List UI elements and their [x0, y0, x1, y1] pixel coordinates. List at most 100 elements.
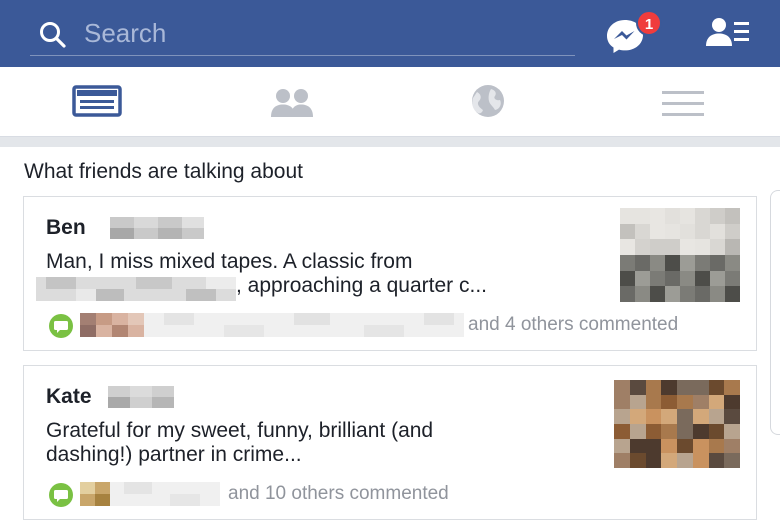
thumbnail-pixel [620, 208, 635, 224]
thumbnail-pixel [724, 424, 740, 439]
thumbnail-pixel [620, 223, 635, 240]
thumbnail-pixel [629, 453, 646, 468]
tab-notifications[interactable] [462, 81, 522, 123]
thumbnail-pixel [710, 270, 725, 287]
commenter-avatars[interactable] [80, 313, 144, 337]
thumbnail-pixel [695, 223, 710, 240]
thumbnail-pixel [629, 424, 646, 439]
story-thumbnail[interactable] [620, 208, 740, 302]
thumbnail-pixel [710, 208, 725, 224]
thumbnail-pixel [661, 453, 677, 468]
thumbnail-pixel [635, 223, 650, 240]
search-field[interactable]: Search [30, 12, 575, 56]
thumbnail-pixel [710, 239, 725, 255]
thumbnail-pixel [708, 438, 725, 454]
story-snippet-line2: , approaching a quarter c... [236, 274, 487, 297]
thumbnail-pixel [661, 424, 677, 439]
thumbnail-pixel [724, 380, 740, 395]
thumbnail-pixel [677, 438, 693, 454]
thumbnail-pixel [708, 394, 725, 410]
story-snippet-line1: Grateful for my sweet, funny, brilliant … [46, 419, 434, 442]
thumbnail-pixel [692, 394, 709, 410]
thumbnail-pixel [665, 255, 680, 271]
search-placeholder: Search [84, 18, 167, 48]
thumbnail-pixel [724, 394, 740, 410]
thumbnail-pixel [650, 208, 665, 224]
thumbnail-pixel [677, 424, 693, 439]
thumbnail-pixel [635, 239, 650, 255]
thumbnail-pixel [710, 255, 725, 271]
thumbnail-pixel [680, 223, 695, 240]
tab-friends[interactable] [266, 81, 326, 123]
friend-requests-button[interactable] [705, 16, 751, 50]
comment-summary[interactable]: and 4 others commented [468, 314, 678, 336]
thumbnail-pixel [635, 208, 650, 224]
thumbnail-pixel [680, 255, 695, 271]
thumbnail-pixel [692, 424, 709, 439]
thumbnail-pixel [614, 424, 630, 439]
thumbnail-pixel [708, 380, 725, 395]
story-snippet-line2: dashing!) partner in crime... [46, 443, 302, 466]
search-icon [38, 20, 68, 50]
thumbnail-pixel [645, 409, 662, 424]
thumbnail-pixel [695, 208, 710, 224]
friends-icon [266, 89, 320, 125]
thumbnail-pixel [661, 409, 677, 424]
tab-news-feed[interactable] [70, 81, 130, 123]
story-thumbnail[interactable] [614, 380, 740, 468]
thumbnail-pixel [680, 208, 695, 224]
section-divider [0, 137, 780, 147]
thumbnail-pixel [629, 394, 646, 410]
commenter-avatars[interactable] [80, 482, 110, 506]
author-name[interactable]: Kate [46, 384, 92, 410]
thumbnail-pixel [665, 223, 680, 240]
thumbnail-pixel [620, 255, 635, 271]
thumbnail-pixel [620, 239, 635, 255]
globe-icon [462, 85, 516, 124]
thumbnail-pixel [680, 239, 695, 255]
thumbnail-pixel [614, 409, 630, 424]
thumbnail-pixel [692, 453, 709, 468]
thumbnail-pixel [650, 286, 665, 302]
messenger-button[interactable]: 1 [603, 10, 663, 56]
author-name[interactable]: Ben [46, 215, 86, 241]
thumbnail-pixel [708, 453, 725, 468]
thumbnail-pixel [724, 453, 740, 468]
thumbnail-pixel [629, 380, 646, 395]
thumbnail-pixel [629, 409, 646, 424]
thumbnail-pixel [695, 255, 710, 271]
thumbnail-pixel [725, 223, 740, 240]
story-card[interactable]: Ben Man, I miss mixed tapes. A classic f… [23, 196, 757, 351]
thumbnail-pixel [725, 208, 740, 224]
thumbnail-pixel [710, 286, 725, 302]
thumbnail-pixel [677, 394, 693, 410]
thumbnail-pixel [635, 255, 650, 271]
thumbnail-pixel [661, 438, 677, 454]
comment-summary[interactable]: and 10 others commented [228, 483, 449, 505]
pixelated-commenter-names [110, 482, 220, 506]
thumbnail-pixel [635, 286, 650, 302]
thumbnail-pixel [725, 239, 740, 255]
thumbnail-pixel [708, 409, 725, 424]
story-card[interactable]: Kate Grateful for my sweet, funny, brill… [23, 365, 757, 520]
thumbnail-pixel [677, 380, 693, 395]
thumbnail-pixel [695, 270, 710, 287]
thumbnail-pixel [665, 208, 680, 224]
thumbnail-pixel [692, 409, 709, 424]
scrollbar-edge[interactable] [770, 190, 780, 435]
thumbnail-pixel [677, 453, 693, 468]
thumbnail-pixel [650, 223, 665, 240]
comment-icon [48, 314, 78, 338]
messenger-badge: 1 [636, 10, 662, 36]
news-feed-icon [70, 85, 126, 125]
pixelated-commenter-names [144, 313, 464, 337]
thumbnail-pixel [695, 286, 710, 302]
thumbnail-pixel [680, 286, 695, 302]
section-title: What friends are talking about [24, 160, 303, 183]
thumbnail-pixel [635, 270, 650, 287]
pixelated-surname [108, 386, 174, 408]
thumbnail-pixel [665, 239, 680, 255]
story-snippet-line1: Man, I miss mixed tapes. A classic from [46, 250, 413, 273]
tab-menu[interactable] [658, 81, 718, 123]
thumbnail-pixel [692, 438, 709, 454]
